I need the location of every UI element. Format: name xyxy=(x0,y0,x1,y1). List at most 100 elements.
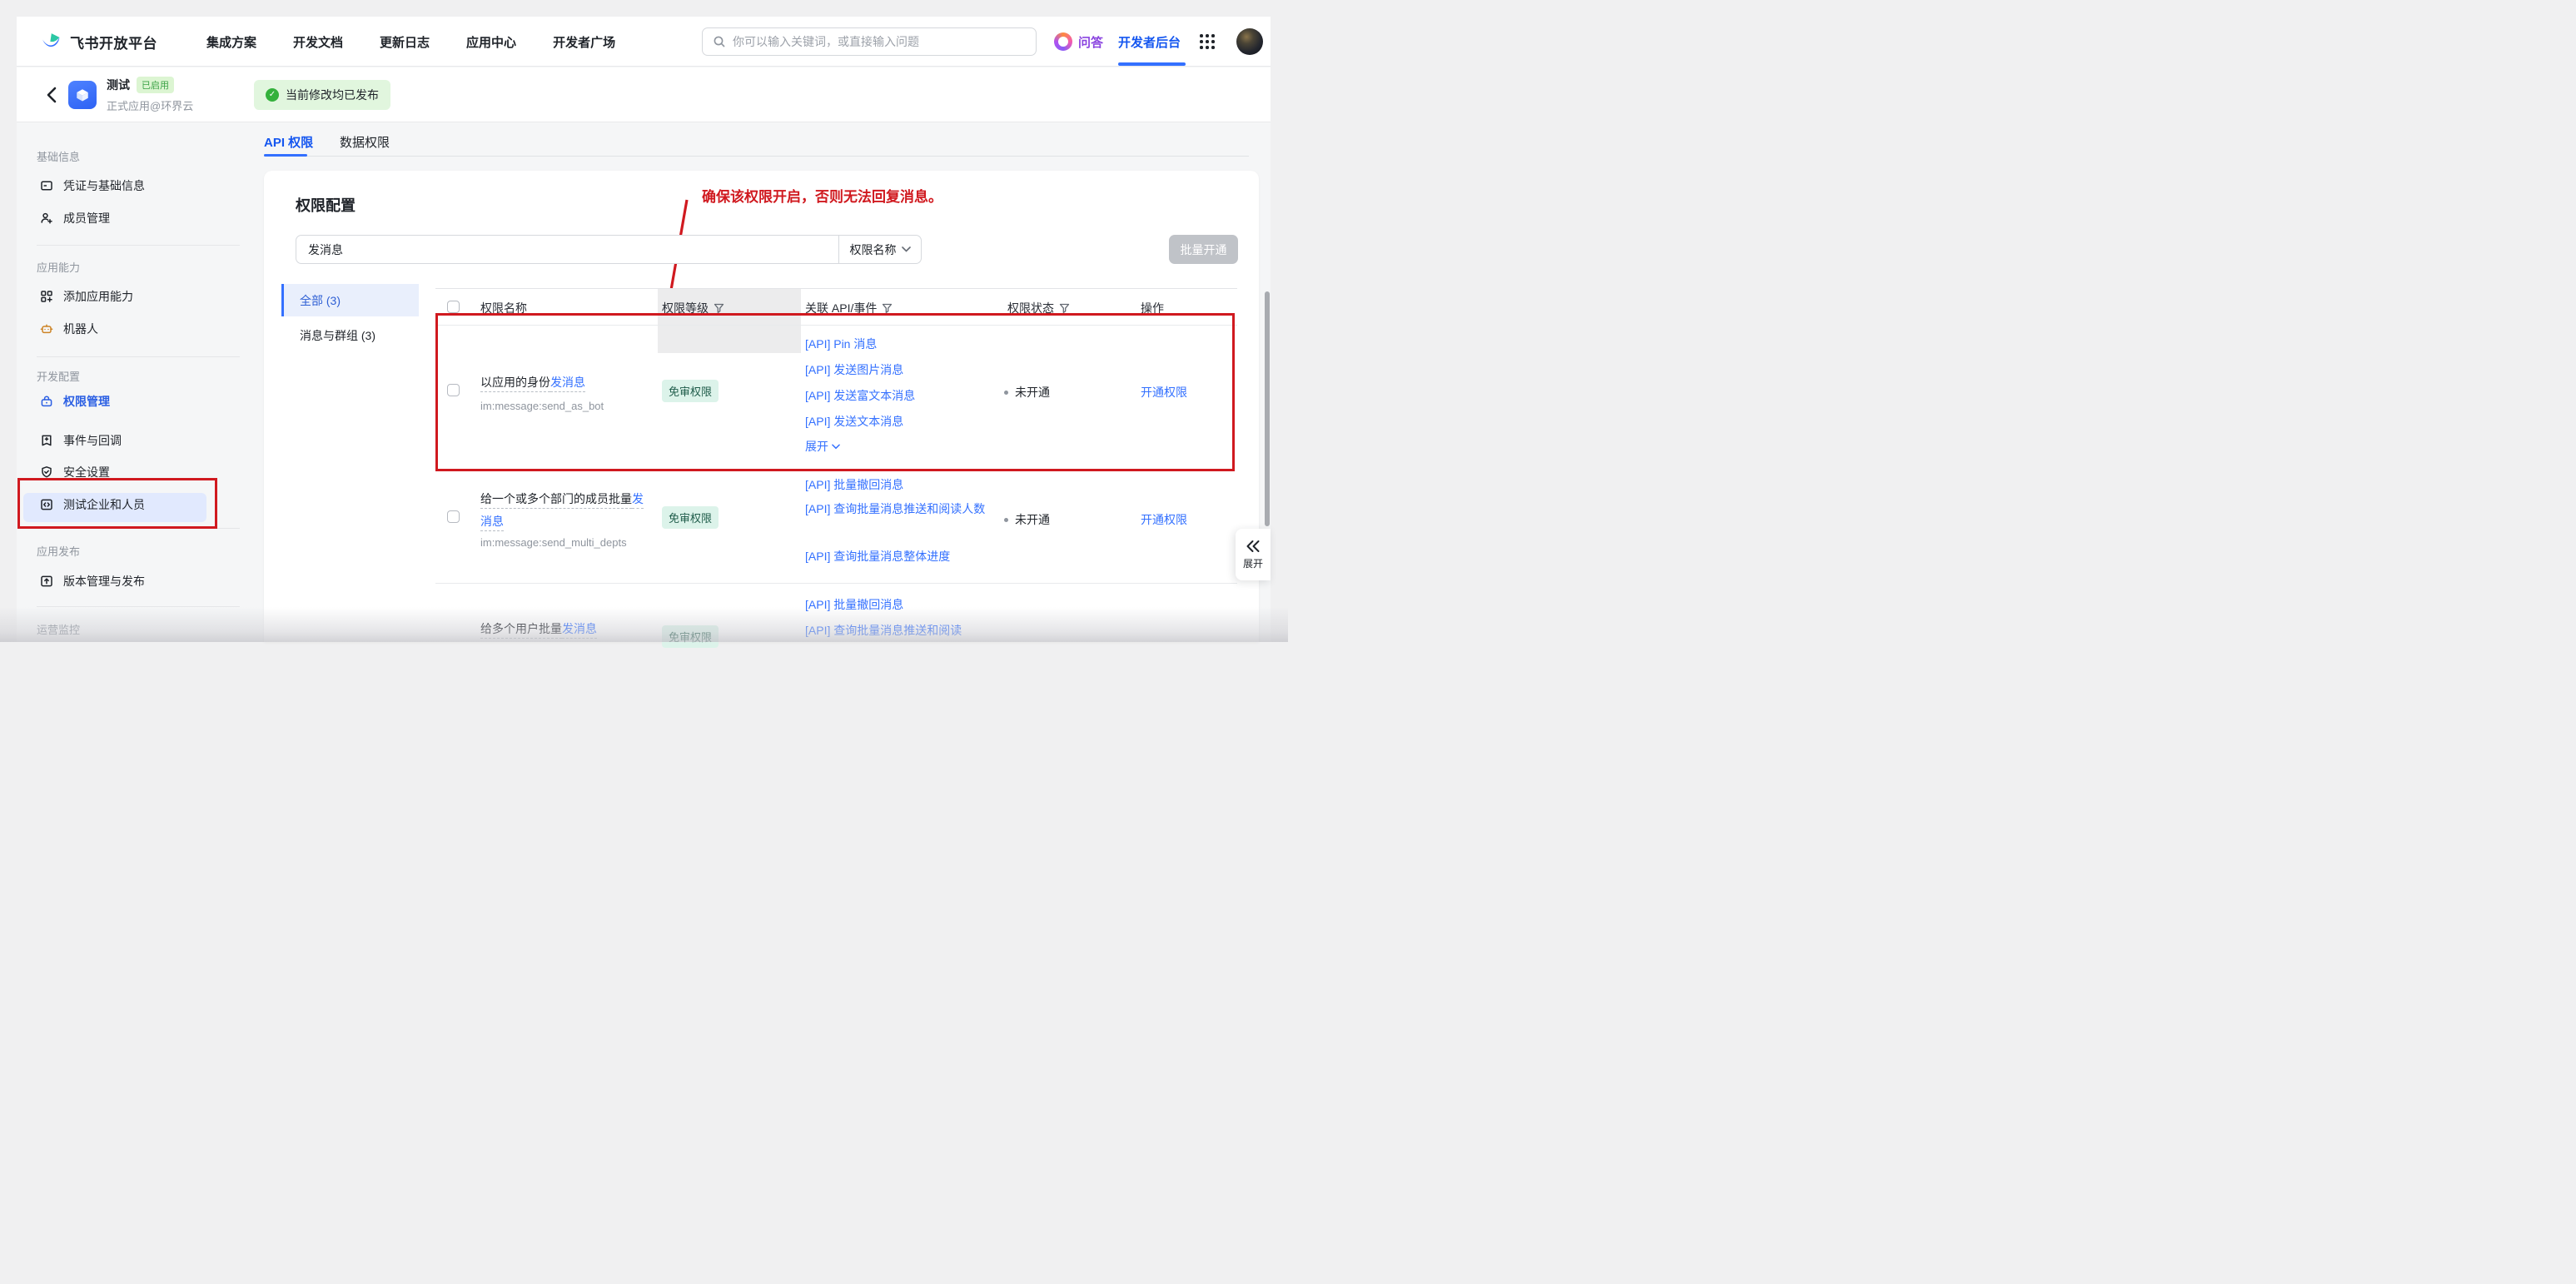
sidebar-item-security[interactable]: 安全设置 xyxy=(40,461,110,483)
search-field-dropdown[interactable]: 权限名称 xyxy=(838,236,921,263)
open-permission-link[interactable]: 开通权限 xyxy=(1141,384,1187,401)
select-all-checkbox[interactable] xyxy=(447,301,460,313)
search-input[interactable] xyxy=(733,35,1026,48)
filter-icon[interactable] xyxy=(1059,303,1070,314)
sidebar: 基础信息 凭证与基础信息 成员管理 应用能力 添加应用能力 机器人 开发配置 xyxy=(17,123,266,642)
api-link[interactable]: [API] 查询批量消息推送和阅读人数 xyxy=(805,496,992,521)
sidebar-item-credentials[interactable]: 凭证与基础信息 xyxy=(40,175,145,197)
category-all[interactable]: 全部 (3) xyxy=(281,284,419,316)
api-link[interactable]: [API] 批量撤回消息 xyxy=(805,596,903,613)
divider xyxy=(37,528,240,529)
lock-icon xyxy=(40,395,53,408)
permission-name[interactable]: 以应用的身份发消息 xyxy=(480,371,647,394)
open-permission-link[interactable]: 开通权限 xyxy=(1141,511,1187,528)
active-category-bar xyxy=(281,284,284,316)
enabled-badge: 已启用 xyxy=(137,77,174,93)
filter-icon[interactable] xyxy=(882,303,893,314)
grid-plus-icon xyxy=(40,290,53,303)
active-tab-underline xyxy=(264,154,307,157)
api-link[interactable]: [API] 发送文本消息 xyxy=(805,413,903,430)
api-link[interactable]: [API] 发送图片消息 xyxy=(805,361,903,378)
expand-side-panel-button[interactable]: 展开 xyxy=(1236,529,1271,580)
bookmark-plus-icon xyxy=(40,434,53,447)
robot-icon xyxy=(40,322,53,336)
divider xyxy=(37,245,240,246)
table-header-divider xyxy=(435,325,1237,326)
sidebar-section-release: 应用发布 xyxy=(37,543,80,559)
app-type: 正式应用@环界云 xyxy=(107,97,193,113)
expand-apis-link[interactable]: 展开 xyxy=(805,438,840,455)
nav-link-docs[interactable]: 开发文档 xyxy=(293,33,343,51)
permission-name[interactable]: 给一个或多个部门的成员批量发消息 xyxy=(480,488,647,533)
level-column-shade xyxy=(658,289,801,353)
sidebar-item-version[interactable]: 版本管理与发布 xyxy=(40,570,145,592)
tab-data-permissions[interactable]: 数据权限 xyxy=(340,133,390,151)
api-link[interactable]: [API] 查询批量消息整体进度 xyxy=(805,548,950,565)
nav-link-integration[interactable]: 集成方案 xyxy=(206,33,256,51)
table-top-border xyxy=(435,288,1237,289)
filter-icon[interactable] xyxy=(714,303,724,314)
screen: 飞书开放平台 集成方案 开发文档 更新日志 应用中心 开发者广场 问答 xyxy=(0,0,1288,642)
category-message-group[interactable]: 消息与群组 (3) xyxy=(300,327,375,344)
api-link[interactable]: [API] 发送富文本消息 xyxy=(805,387,915,404)
level-badge: 免审权限 xyxy=(662,506,719,529)
api-link[interactable]: [API] 批量撤回消息 xyxy=(805,476,903,493)
nav-link-changelog[interactable]: 更新日志 xyxy=(380,33,430,51)
expand-panel-label: 展开 xyxy=(1243,556,1263,570)
sidebar-section-capability: 应用能力 xyxy=(37,259,80,275)
sidebar-item-members[interactable]: 成员管理 xyxy=(40,207,110,229)
bulk-open-button[interactable]: 批量开通 xyxy=(1169,235,1238,264)
cube-icon xyxy=(72,85,92,105)
brand[interactable]: 飞书开放平台 xyxy=(40,17,157,67)
nav-link-appcenter[interactable]: 应用中心 xyxy=(466,33,516,51)
status-badge: 未开通 xyxy=(1004,511,1050,528)
publish-icon xyxy=(40,575,53,588)
permission-name[interactable]: 给多个用户批量发消息 xyxy=(480,618,664,640)
col-header-api: 关联 API/事件 xyxy=(805,300,893,316)
col-header-status: 权限状态 xyxy=(1007,300,1070,316)
sidebar-item-bot[interactable]: 机器人 xyxy=(40,318,98,340)
qa-link[interactable]: 问答 xyxy=(1054,17,1103,67)
developer-console-link[interactable]: 开发者后台 xyxy=(1118,17,1181,67)
chevron-down-icon xyxy=(902,246,911,252)
sidebar-section-devconfig: 开发配置 xyxy=(37,368,80,384)
permission-search: 发消息 权限名称 xyxy=(296,235,922,264)
apps-grid-icon[interactable] xyxy=(1200,34,1215,49)
permission-card: 权限配置 确保该权限开启，否则无法回复消息。 发消息 权限名称 批量开通 全部 … xyxy=(264,171,1259,642)
qa-label: 问答 xyxy=(1078,33,1103,51)
search-icon xyxy=(713,35,726,48)
code-icon xyxy=(40,498,53,511)
app-header: 测试 已启用 正式应用@环界云 ✓ 当前修改均已发布 xyxy=(17,67,1271,122)
published-status-text: 当前修改均已发布 xyxy=(286,87,379,103)
api-link[interactable]: [API] 查询批量消息推送和阅读 xyxy=(805,622,962,639)
row-checkbox[interactable] xyxy=(447,510,460,523)
permissions-table: 权限名称 权限等级 关联 API/事件 权限状态 操作 xyxy=(435,288,1237,659)
permission-code: im:message:send_as_bot xyxy=(480,400,604,412)
app-name: 测试 xyxy=(107,77,130,93)
user-avatar[interactable] xyxy=(1236,28,1263,55)
id-card-icon xyxy=(40,179,53,192)
api-link[interactable]: [API] Pin 消息 xyxy=(805,336,877,352)
double-chevron-left-icon xyxy=(1246,540,1261,553)
level-badge: 免审权限 xyxy=(662,625,719,648)
sidebar-item-test-org[interactable]: 测试企业和人员 xyxy=(40,494,145,515)
global-search[interactable] xyxy=(702,27,1037,56)
sidebar-section-basic: 基础信息 xyxy=(37,148,80,164)
divider xyxy=(37,606,240,607)
row-checkbox[interactable] xyxy=(447,384,460,396)
sidebar-item-permissions[interactable]: 权限管理 xyxy=(40,391,110,412)
tab-api-permissions[interactable]: API 权限 xyxy=(264,133,313,151)
nav-link-devplaza[interactable]: 开发者广场 xyxy=(553,33,615,51)
col-header-name: 权限名称 xyxy=(480,300,527,316)
sidebar-item-add-capability[interactable]: 添加应用能力 xyxy=(40,286,133,307)
back-button[interactable] xyxy=(42,85,60,105)
permission-search-input[interactable]: 发消息 xyxy=(296,236,838,263)
check-circle-icon: ✓ xyxy=(266,88,279,102)
active-nav-underline xyxy=(1118,62,1186,66)
level-badge: 免审权限 xyxy=(662,380,719,402)
shield-check-icon xyxy=(40,465,53,479)
sidebar-item-events[interactable]: 事件与回调 xyxy=(40,430,122,451)
divider xyxy=(37,356,240,357)
feishu-logo-icon xyxy=(40,31,62,53)
scrollbar-thumb[interactable] xyxy=(1265,291,1270,526)
